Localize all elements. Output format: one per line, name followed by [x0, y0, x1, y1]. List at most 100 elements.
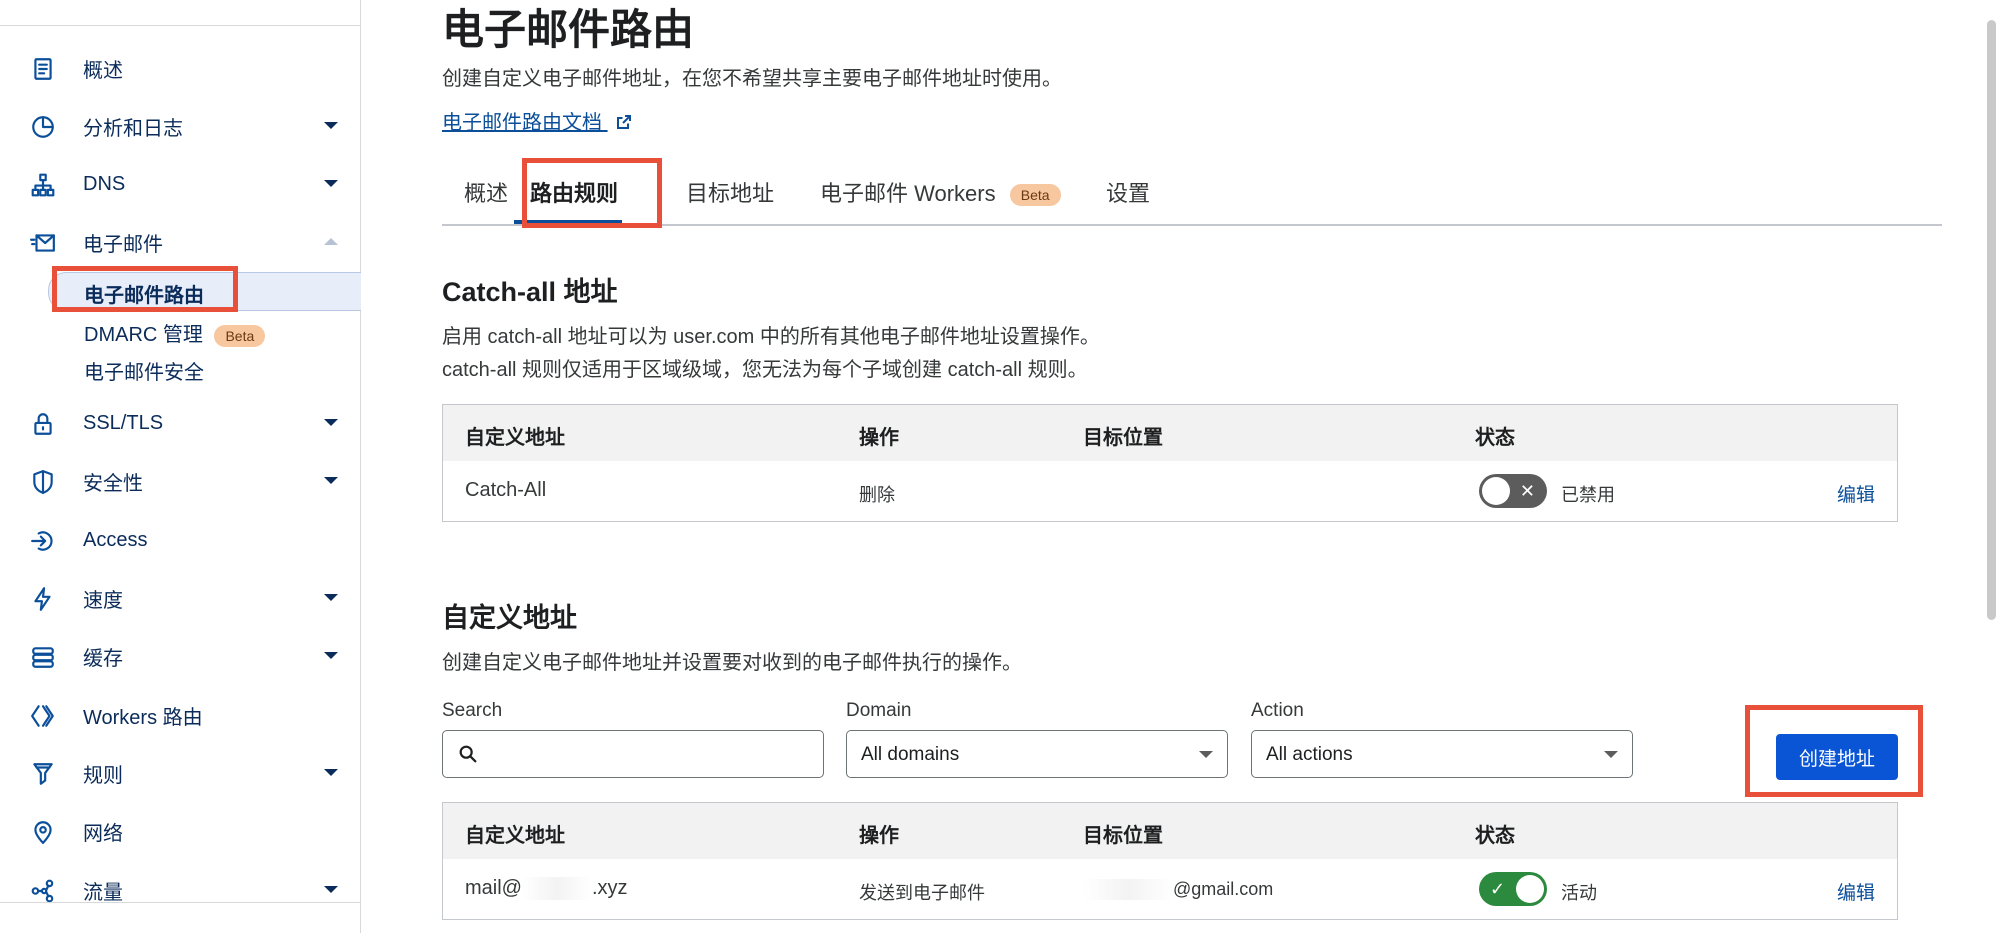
chevron-down-icon — [324, 594, 338, 601]
catchall-section-title: Catch-all 地址 — [442, 277, 618, 307]
column-header: 自定义地址 — [465, 825, 565, 847]
chevron-down-icon — [324, 886, 338, 893]
sidebar-item-label: 缓存 — [83, 647, 123, 670]
status-text: 活动 — [1561, 883, 1597, 903]
column-header: 状态 — [1475, 427, 1515, 449]
chevron-down-icon — [324, 122, 338, 129]
address-prefix: mail@ — [465, 877, 522, 899]
docs-link[interactable]: 电子邮件路由文档 — [442, 106, 632, 135]
sidebar-item-label: 安全性 — [83, 472, 143, 495]
sidebar-item-cache[interactable]: 缓存 — [0, 632, 360, 680]
destination-cell: xxxxxxxxxx@gmail.com — [1083, 879, 1273, 900]
redacted-text: xxxxxxxxxx — [1083, 879, 1173, 900]
sidebar-item-overview[interactable]: 概述 — [0, 44, 360, 92]
table-row: mail@xxxxxxx.xyz 发送到电子邮件 xxxxxxxxxx@gmai… — [443, 859, 1897, 919]
sidebar: 概述 分析和日志 DNS 电子邮件 电子邮件路由 DMARC 管理 Beta 电… — [0, 0, 361, 933]
sidebar-item-dns[interactable]: DNS — [0, 160, 360, 208]
page-description: 创建自定义电子邮件地址，在您不希望共享主要电子邮件地址时使用。 — [442, 68, 1062, 90]
custom-address-table: 自定义地址 操作 目标位置 状态 mail@xxxxxxx.xyz 发送到电子邮… — [442, 802, 1898, 920]
catchall-description: 启用 catch-all 地址可以为 user.com 中的所有其他电子邮件地址… — [442, 326, 1100, 348]
sidebar-item-label: 规则 — [83, 764, 123, 787]
domain-select[interactable]: All domains — [846, 730, 1228, 778]
destination-domain: @gmail.com — [1173, 879, 1274, 899]
sidebar-item-label: DNS — [83, 172, 126, 195]
sidebar-item-rules[interactable]: 规则 — [0, 749, 360, 797]
sidebar-item-email[interactable]: 电子邮件 — [0, 218, 360, 266]
check-icon: ✓ — [1490, 879, 1506, 899]
tab-email-workers[interactable]: 电子邮件 Workers Beta — [820, 176, 1061, 208]
sidebar-item-analytics[interactable]: 分析和日志 — [0, 102, 360, 150]
sidebar-item-label: 电子邮件 — [83, 233, 163, 256]
document-icon — [28, 54, 58, 84]
workers-icon — [28, 701, 58, 731]
email-icon — [28, 228, 58, 258]
chevron-down-icon — [1199, 751, 1213, 758]
close-icon: ✕ — [1519, 481, 1535, 501]
sidebar-item-workers-routes[interactable]: Workers 路由 — [0, 691, 360, 739]
highlight-box — [522, 158, 662, 228]
sidebar-item-security[interactable]: 安全性 — [0, 457, 360, 505]
sidebar-item-network[interactable]: 网络 — [0, 807, 360, 855]
sidebar-item-label: 流量 — [83, 881, 123, 904]
table-header: 自定义地址 操作 目标位置 状态 — [443, 803, 1897, 859]
address-suffix: .xyz — [591, 877, 628, 899]
tab-settings[interactable]: 设置 — [1106, 176, 1150, 208]
column-header: 目标位置 — [1083, 825, 1163, 847]
column-header: 状态 — [1475, 825, 1515, 847]
beta-badge: Beta — [214, 324, 266, 347]
action-select[interactable]: All actions — [1251, 730, 1633, 778]
sidebar-item-label: Workers 路由 — [83, 706, 203, 729]
tab-destination-addresses[interactable]: 目标地址 — [686, 176, 774, 208]
domain-label: Domain — [846, 700, 912, 721]
page-scrollbar[interactable] — [1987, 20, 1996, 620]
tab-overview[interactable]: 概述 — [464, 176, 508, 208]
column-header: 目标位置 — [1083, 427, 1163, 449]
status-toggle[interactable]: ✓ — [1479, 872, 1547, 906]
action-select-value: All actions — [1266, 744, 1353, 765]
edit-link[interactable]: 编辑 — [1837, 480, 1875, 507]
toggle-knob — [1482, 477, 1510, 505]
sidebar-item-speed[interactable]: 速度 — [0, 574, 360, 622]
lock-icon — [28, 409, 58, 439]
chevron-down-icon — [324, 769, 338, 776]
table-row: Catch-All 删除 ✕ 已禁用 编辑 — [443, 461, 1897, 521]
custom-address-cell: mail@xxxxxxx.xyz — [465, 877, 628, 900]
search-label: Search — [442, 700, 503, 721]
external-link-icon — [616, 113, 632, 129]
highlight-box — [1745, 705, 1923, 797]
sidebar-subitem-email-security[interactable]: 电子邮件安全 — [84, 356, 204, 385]
column-header: 操作 — [859, 825, 899, 847]
sidebar-bottom-divider — [0, 902, 360, 903]
redacted-text: xxxxxxx — [521, 877, 592, 900]
highlight-box — [52, 266, 238, 312]
shield-icon — [28, 467, 58, 497]
sidebar-item-label: 概述 — [83, 59, 123, 82]
chevron-down-icon — [324, 180, 338, 187]
sidebar-item-label: SSL/TLS — [83, 411, 164, 434]
sidebar-subitem-label: DMARC 管理 — [84, 324, 203, 346]
main-content: 电子邮件路由 创建自定义电子邮件地址，在您不希望共享主要电子邮件地址时使用。 电… — [362, 0, 1962, 933]
status-text: 已禁用 — [1561, 485, 1615, 505]
location-pin-icon — [28, 817, 58, 847]
chevron-up-icon — [324, 238, 338, 245]
edit-link[interactable]: 编辑 — [1837, 878, 1875, 905]
sidebar-item-traffic[interactable]: 流量 — [0, 866, 360, 914]
pie-chart-icon — [28, 112, 58, 142]
sidebar-subitem-dmarc[interactable]: DMARC 管理 Beta — [84, 318, 266, 347]
status-toggle[interactable]: ✕ — [1479, 474, 1547, 508]
network-icon — [28, 170, 58, 200]
docs-link-label: 电子邮件路由文档 — [442, 112, 602, 134]
custom-section-title: 自定义地址 — [442, 603, 577, 633]
sidebar-item-label: 速度 — [83, 589, 123, 612]
action-cell: 删除 — [859, 485, 895, 505]
search-input[interactable] — [442, 730, 824, 778]
sidebar-item-ssl[interactable]: SSL/TLS — [0, 399, 360, 447]
tab-label: 电子邮件 Workers — [820, 181, 996, 206]
sidebar-item-access[interactable]: Access — [0, 516, 360, 564]
tab-bar: 概述 路由规则 目标地址 电子邮件 Workers Beta 设置 — [442, 160, 1942, 226]
funnel-icon — [28, 759, 58, 789]
action-label: Action — [1251, 700, 1304, 721]
sidebar-item-label: 网络 — [83, 822, 123, 845]
catchall-note: catch-all 规则仅适用于区域级域，您无法为每个子域创建 catch-al… — [442, 359, 1088, 381]
storage-icon — [28, 642, 58, 672]
